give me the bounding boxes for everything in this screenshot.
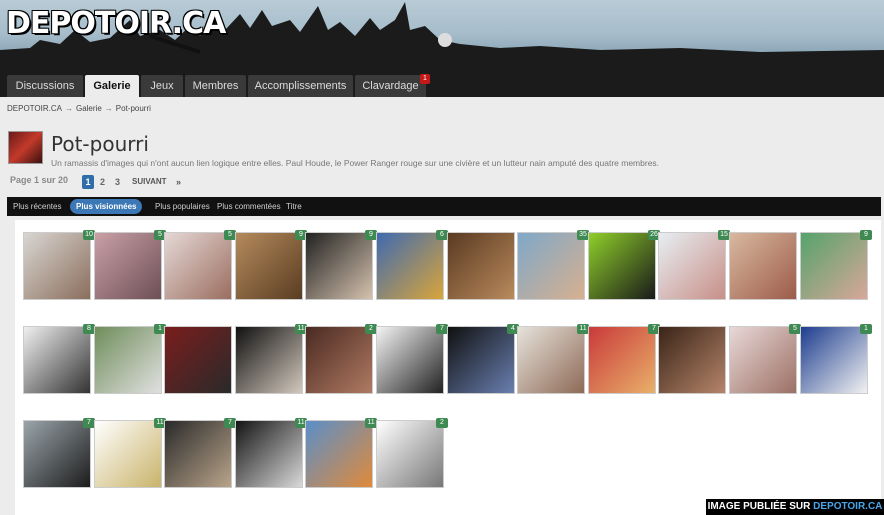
site-header: DEPOTOIR.CA xyxy=(0,0,884,74)
gallery-thumbnail[interactable] xyxy=(658,232,726,300)
pagination: Page 1 sur 20 1 2 3 SUIVANT » xyxy=(10,175,181,189)
category-thumbnail xyxy=(8,131,43,164)
page-count-label: Page 1 sur 20 xyxy=(10,175,69,185)
next-page-button[interactable]: SUIVANT xyxy=(132,175,167,189)
stamp-brand: DEPOTOIR.CA xyxy=(813,501,883,512)
breadcrumb-home[interactable]: DEPOTOIR.CA xyxy=(7,104,62,113)
gallery-thumbnail[interactable] xyxy=(447,326,515,394)
gallery-thumbnail[interactable] xyxy=(588,326,656,394)
gallery-thumbnail[interactable] xyxy=(588,232,656,300)
gallery-thumbnail[interactable] xyxy=(23,420,91,488)
gallery-thumbnail[interactable] xyxy=(23,326,91,394)
gallery-thumbnail[interactable] xyxy=(729,232,797,300)
gallery-thumbnail[interactable] xyxy=(94,326,162,394)
breadcrumb-arrow-icon: → xyxy=(104,104,113,113)
page-title: Pot-pourri xyxy=(51,132,149,156)
gallery-thumbnail[interactable] xyxy=(164,232,232,300)
gallery-thumbnail[interactable] xyxy=(305,232,373,300)
gallery-thumbnail[interactable] xyxy=(800,232,868,300)
tab-membres[interactable]: Membres xyxy=(185,75,246,97)
gallery-thumbnail[interactable] xyxy=(658,326,726,394)
filter-recent[interactable]: Plus récentes xyxy=(7,199,67,214)
gallery-thumbnail[interactable] xyxy=(305,326,373,394)
breadcrumb-arrow-icon: → xyxy=(64,104,73,113)
category-description: Un ramassis d'images qui n'ont aucun lie… xyxy=(51,158,660,168)
comment-count-badge: 1 xyxy=(860,324,872,334)
tab-discussions[interactable]: Discussions xyxy=(7,75,83,97)
gallery-thumbnail[interactable] xyxy=(376,326,444,394)
gallery-thumbnail[interactable] xyxy=(94,420,162,488)
gallery-thumbnail[interactable] xyxy=(517,326,585,394)
gallery-thumbnail[interactable] xyxy=(729,326,797,394)
gallery-thumbnail[interactable] xyxy=(164,326,232,394)
comment-count-badge: 9 xyxy=(860,230,872,240)
gallery-thumbnail[interactable] xyxy=(235,326,303,394)
last-page-button[interactable]: » xyxy=(176,175,181,189)
filter-most-commented[interactable]: Plus commentées xyxy=(211,199,287,214)
gallery-thumbnail[interactable] xyxy=(235,232,303,300)
page-root: DEPOTOIR.CA Discussions Galerie Jeux Mem… xyxy=(0,0,884,515)
filter-popular[interactable]: Plus populaires xyxy=(149,199,216,214)
gallery-thumbnail[interactable] xyxy=(235,420,303,488)
page-1-button[interactable]: 1 xyxy=(82,175,94,189)
published-on-stamp: IMAGE PUBLIÉE SUR DEPOTOIR.CA xyxy=(706,499,884,515)
notification-badge: 1 xyxy=(420,74,430,84)
filter-most-viewed[interactable]: Plus visionnées xyxy=(70,199,143,214)
gallery-thumbnail[interactable] xyxy=(376,232,444,300)
gallery-thumbnail[interactable] xyxy=(447,232,515,300)
breadcrumb-current: Pot-pourri xyxy=(115,104,151,113)
tab-clavardage[interactable]: Clavardage 1 xyxy=(355,74,430,97)
gallery-thumbnail[interactable] xyxy=(164,420,232,488)
page-2-button[interactable]: 2 xyxy=(100,175,105,189)
gallery-thumbnail[interactable] xyxy=(94,232,162,300)
site-logo[interactable]: DEPOTOIR.CA xyxy=(6,6,226,41)
gallery-thumbnail[interactable] xyxy=(305,420,373,488)
tab-galerie[interactable]: Galerie xyxy=(85,75,139,97)
tab-accomplissements[interactable]: Accomplissements xyxy=(248,75,353,97)
tab-clavardage-label: Clavardage xyxy=(362,80,419,92)
gallery-thumbnail[interactable] xyxy=(376,420,444,488)
breadcrumb: DEPOTOIR.CA → Galerie → Pot-pourri xyxy=(7,104,153,113)
gallery-thumbnail[interactable] xyxy=(23,232,91,300)
image-gallery: 10 5 5 9 9 6 35 26 15 9 8 1 11 2 7 4 11 7 5 1 7 11 7 11 11 2 xyxy=(15,220,881,515)
gallery-thumbnail[interactable] xyxy=(517,232,585,300)
tab-jeux[interactable]: Jeux xyxy=(141,75,183,97)
breadcrumb-galerie[interactable]: Galerie xyxy=(76,104,102,113)
gallery-thumbnail[interactable] xyxy=(800,326,868,394)
comment-count-badge: 2 xyxy=(436,418,448,428)
page-3-button[interactable]: 3 xyxy=(115,175,120,189)
filter-title[interactable]: Titre xyxy=(280,199,308,214)
main-nav: Discussions Galerie Jeux Membres Accompl… xyxy=(0,74,884,97)
sort-filter-bar: Plus récentes Plus visionnées Plus popul… xyxy=(7,197,881,216)
stamp-prefix: IMAGE PUBLIÉE SUR xyxy=(707,501,811,512)
